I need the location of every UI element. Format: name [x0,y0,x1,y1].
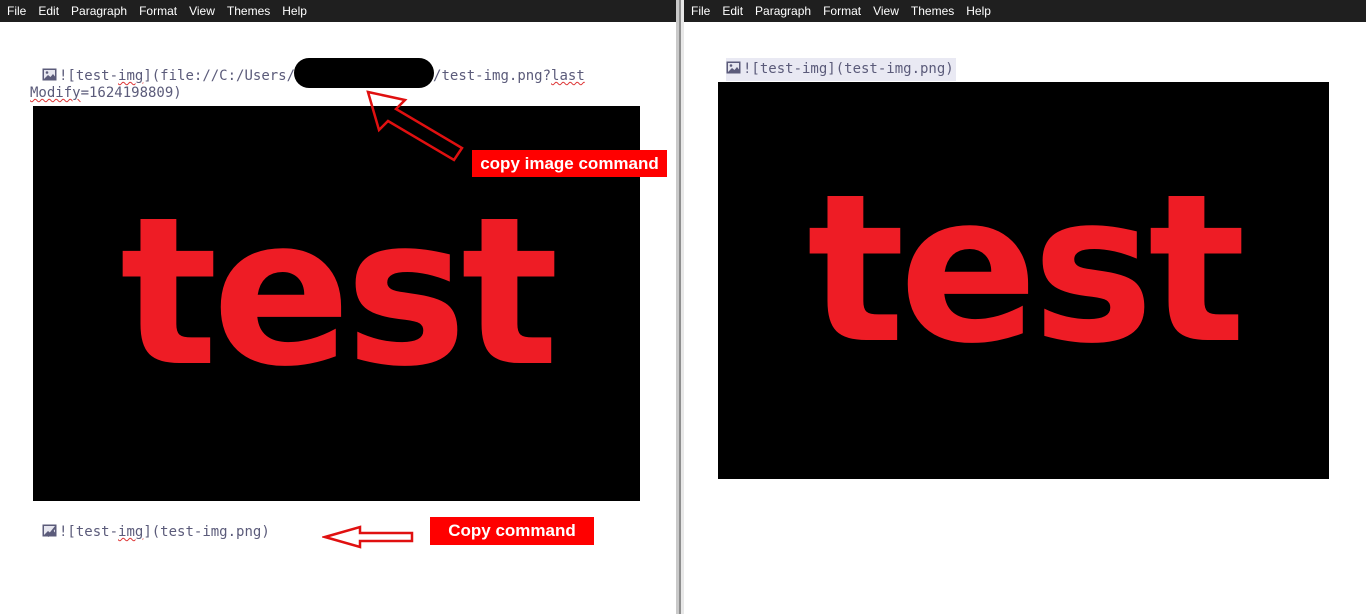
test-image-text: test [806,151,1246,389]
copy-image-command-annotation: copy image command [472,150,667,177]
menu-format[interactable]: Format [817,0,867,22]
menu-themes[interactable]: Themes [905,0,960,22]
menu-edit[interactable]: Edit [716,0,749,22]
menu-help[interactable]: Help [960,0,997,22]
menu-edit[interactable]: Edit [32,0,65,22]
pasted-image-source-line[interactable]: ![test-img](test-img.png) [726,58,956,81]
menu-view[interactable]: View [867,0,905,22]
menu-file[interactable]: File [0,0,32,22]
copy-command-annotation: Copy command [430,517,594,545]
source-timestamp: =1624198809) [80,85,182,101]
source-modify-word: Modify [30,85,81,101]
menu-help[interactable]: Help [276,0,313,22]
source-path-end: /test-img.png? [433,68,552,84]
arrow-up-left-icon [366,90,464,162]
rendered-test-image[interactable]: test [718,82,1329,479]
arrow-left-icon [322,525,414,549]
menu-format[interactable]: Format [133,0,183,22]
copy-prefix: ![test- [59,524,119,540]
left-editor-window: File Edit Paragraph Format View Themes H… [0,0,676,614]
menu-bar: File Edit Paragraph Format View Themes H… [0,0,676,22]
window-divider [676,0,684,614]
menu-paragraph[interactable]: Paragraph [65,0,133,22]
menu-view[interactable]: View [183,0,221,22]
menu-paragraph[interactable]: Paragraph [749,0,817,22]
image-edit-icon [42,524,57,537]
source-last-word: last [551,68,585,84]
image-icon [42,68,57,81]
menu-bar: File Edit Paragraph Format View Themes H… [684,0,1366,22]
copy-suffix: ](test-img.png) [143,524,270,540]
image-source-line-2[interactable]: Modify=1624198809) [30,82,182,105]
copied-image-source-line[interactable]: ![test-img](test-img.png) [42,521,270,544]
menu-file[interactable]: File [684,0,716,22]
right-editor-window: File Edit Paragraph Format View Themes H… [684,0,1366,614]
image-icon [726,61,741,74]
pasted-source-text: ![test-img](test-img.png) [743,61,954,77]
copy-img-word: img [118,524,144,540]
menu-themes[interactable]: Themes [221,0,276,22]
test-image-text: test [119,174,559,412]
